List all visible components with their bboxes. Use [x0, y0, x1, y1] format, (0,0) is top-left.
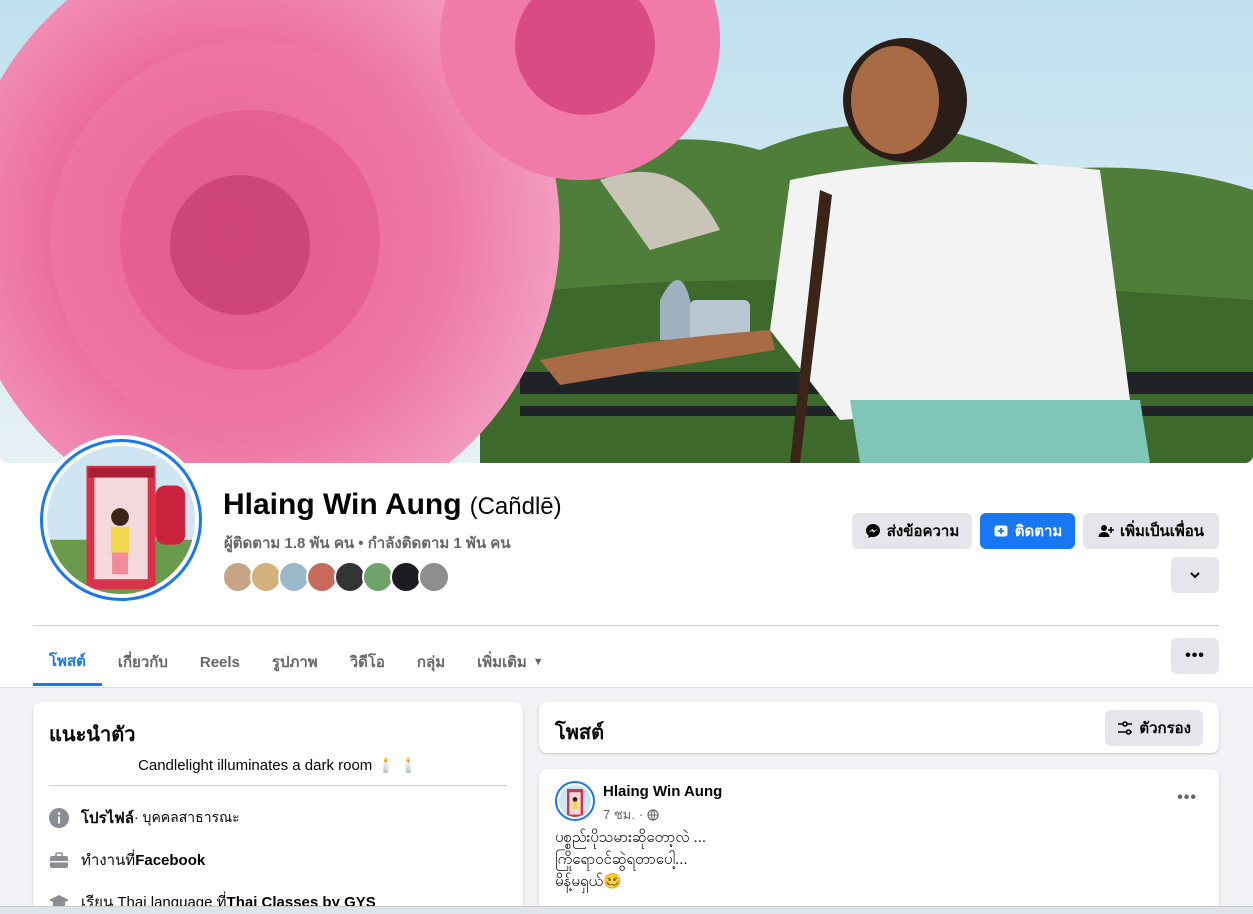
intro-card: แนะนำตัว Candlelight illuminates a dark …	[33, 702, 523, 914]
intro-work-place[interactable]: Facebook	[135, 852, 205, 869]
post-author-name[interactable]: Hlaing Win Aung	[603, 783, 722, 800]
add-friend-icon	[1098, 525, 1114, 537]
tab-videos[interactable]: วิดีโอ	[334, 638, 401, 686]
mutual-friends-avatars[interactable]	[222, 561, 450, 593]
tab-reels[interactable]: Reels	[184, 638, 256, 686]
follow-icon	[994, 525, 1008, 537]
post-meta: 7 ชม. ·	[603, 804, 659, 825]
tab-groups[interactable]: กลุ่ม	[401, 638, 461, 686]
intro-work-prefix: ทำงานที่	[81, 852, 136, 869]
intro-divider	[49, 785, 507, 786]
intro-profile-label: โปรไฟล์	[81, 810, 134, 827]
profile-alternate-name: (Cañdlē)	[469, 493, 562, 520]
tab-posts[interactable]: โพสต์	[33, 638, 102, 686]
bottom-window-edge	[0, 906, 1253, 914]
expand-actions-button[interactable]	[1171, 557, 1219, 593]
posts-title: โพสต์	[555, 722, 605, 744]
filter-button-label: ตัวกรอง	[1139, 720, 1191, 737]
add-friend-button[interactable]: เพิ่มเป็นเพื่อน	[1083, 513, 1219, 549]
intro-bio: Candlelight illuminates a dark room 🕯️ 🕯…	[138, 757, 418, 774]
post-line: ပစ္စည်းပိုသမားဆိုတော့လဲ ...	[555, 829, 707, 846]
message-button-label: ส่งข้อความ	[886, 523, 960, 540]
tab-more-label: เพิ่มเติม	[477, 654, 527, 671]
tab-about[interactable]: เกี่ยวกับ	[102, 638, 184, 686]
info-icon	[49, 808, 69, 828]
post-line: ကြိုရောဝင်ဆွဲရတာပေါ့...	[555, 851, 688, 868]
profile-tabs: โพสต์ เกี่ยวกับ Reels รูปภาพ วิดีโอ กลุ่…	[33, 638, 560, 686]
messenger-icon	[865, 524, 880, 538]
follow-button[interactable]: ติดตาม	[980, 513, 1075, 549]
header-divider	[33, 625, 1219, 626]
profile-avatar[interactable]	[36, 435, 206, 605]
profile-name: Hlaing Win Aung	[223, 488, 462, 521]
filter-icon	[1118, 721, 1133, 735]
posts-header-card: โพสต์ ตัวกรอง	[539, 702, 1219, 753]
friend-avatar[interactable]	[418, 561, 450, 593]
cover-photo[interactable]	[0, 0, 1253, 463]
profile-name-row: Hlaing Win Aung (Cañdlē)	[223, 488, 562, 522]
intro-profile-type: · บุคคลสาธารณะ	[134, 809, 240, 825]
filter-button[interactable]: ตัวกรอง	[1105, 710, 1203, 746]
post-card: Hlaing Win Aung 7 ชม. · ••• ပစ္စည်းပိုသမ…	[539, 769, 1219, 914]
add-friend-button-label: เพิ่มเป็นเพื่อน	[1119, 523, 1205, 540]
follow-button-label: ติดตาม	[1014, 523, 1063, 540]
briefcase-icon	[50, 852, 68, 868]
caret-down-icon: ▼	[532, 656, 544, 668]
post-time[interactable]: 7 ชม.	[603, 804, 635, 825]
intro-title: แนะนำตัว	[49, 724, 136, 746]
intro-item-work: ทำงานที่ Facebook	[49, 848, 205, 872]
message-button[interactable]: ส่งข้อความ	[852, 513, 972, 549]
intro-item-profile: โปรไฟล์ · บุคคลสาธารณะ	[49, 806, 240, 830]
post-body: ပစ္စည်းပိုသမားဆိုတော့လဲ ... ကြိုရောဝင်ဆွ…	[555, 827, 706, 893]
tab-more[interactable]: เพิ่มเติม ▼	[461, 638, 560, 686]
post-author-avatar[interactable]	[555, 781, 595, 821]
chevron-down-icon	[1190, 572, 1200, 579]
follower-stats[interactable]: ผู้ติดตาม 1.8 พัน คน • กำลังติดตาม 1 พัน…	[224, 531, 511, 555]
post-line: မိန့်မရှယ်🥴	[555, 873, 622, 890]
meta-separator: ·	[638, 807, 644, 822]
more-options-button[interactable]: •••	[1171, 638, 1219, 674]
post-options-button[interactable]: •••	[1177, 789, 1197, 807]
globe-icon	[647, 808, 659, 821]
tab-photos[interactable]: รูปภาพ	[256, 638, 334, 686]
